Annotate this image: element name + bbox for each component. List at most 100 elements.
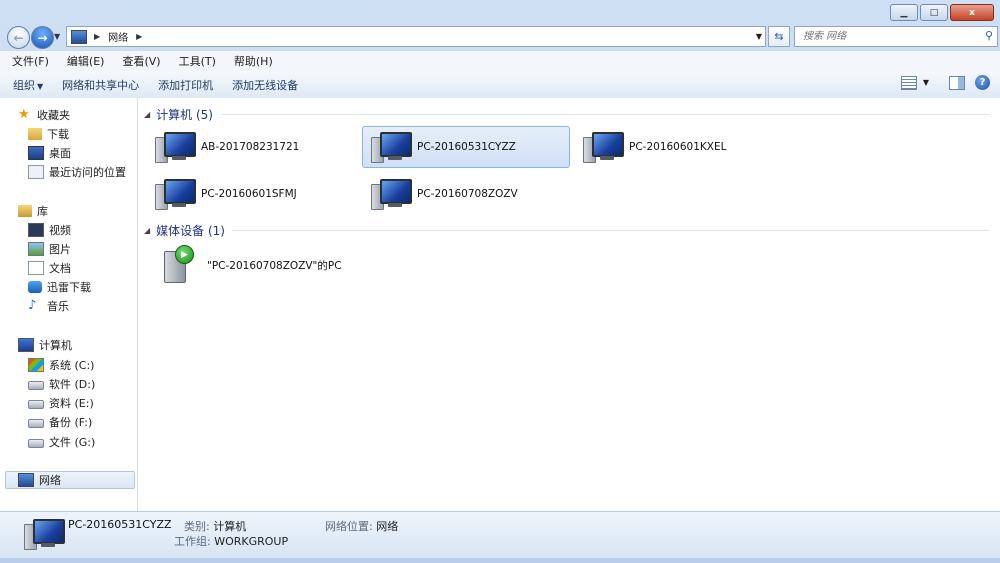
add-wireless-button[interactable]: 添加无线设备 [226, 77, 304, 93]
search-box[interactable]: ⚲ [794, 26, 998, 47]
computer-tile[interactable]: PC-20160708ZOZV [362, 173, 570, 215]
media-server-icon: ▶ [161, 245, 201, 285]
organize-button[interactable]: 组织 ▼ [7, 77, 49, 93]
network-center-button[interactable]: 网络和共享中心 [56, 77, 145, 93]
menu-file[interactable]: 文件(F) [6, 53, 55, 69]
nav-recent-places[interactable]: 最近访问的位置 [28, 163, 143, 181]
nav-label: 桌面 [49, 147, 71, 160]
computer-tile[interactable]: PC-20160601KXEL [574, 126, 782, 168]
forward-arrow-icon: → [37, 30, 48, 45]
organize-label: 组织 [13, 78, 35, 92]
menu-tools[interactable]: 工具(T) [173, 53, 222, 69]
nav-drive-c[interactable]: 系统 (C:) [28, 356, 143, 374]
help-icon[interactable]: ? [975, 75, 990, 90]
group-title: 媒体设备 (1) [156, 223, 225, 238]
close-button[interactable]: x [950, 4, 994, 21]
nav-drive-e[interactable]: 资料 (E:) [28, 394, 143, 412]
magnifier-icon[interactable]: ⚲ [985, 29, 993, 42]
detail-value: 网络 [376, 520, 399, 533]
detail-value: WORKGROUP [214, 535, 289, 548]
computer-icon [371, 129, 412, 165]
nav-label: 文件 (G:) [49, 436, 96, 449]
content-area: ◢ 计算机 (5) AB-201708231721 PC-20160531CYZ… [138, 98, 1000, 511]
address-dropdown-icon[interactable]: ▼ [756, 32, 762, 41]
tile-label: PC-20160531CYZZ [417, 141, 516, 153]
forward-button[interactable]: → [31, 26, 54, 49]
drive-icon [28, 419, 44, 428]
menu-edit[interactable]: 编辑(E) [61, 53, 111, 69]
chevron-down-icon: ▼ [922, 78, 929, 87]
nav-thunder-downloads[interactable]: 迅雷下载 [28, 278, 143, 296]
add-printer-button[interactable]: 添加打印机 [152, 77, 219, 93]
menu-help[interactable]: 帮助(H) [228, 53, 279, 69]
nav-videos[interactable]: 视频 [28, 221, 143, 239]
refresh-button[interactable]: ⇆ [768, 26, 790, 47]
picture-icon [28, 242, 44, 256]
computer-tile[interactable]: AB-201708231721 [146, 126, 354, 168]
detail-workgroup: 工作组: WORKGROUP [174, 533, 288, 549]
nav-desktop[interactable]: 桌面 [28, 144, 143, 162]
nav-documents[interactable]: 文档 [28, 259, 143, 277]
search-input[interactable] [801, 30, 975, 43]
menu-view[interactable]: 查看(V) [116, 53, 166, 69]
chevron-right-icon[interactable]: ▶ [94, 32, 100, 41]
network-icon [71, 29, 87, 44]
address-bar[interactable]: ▶ 网络 ▶ ▼ [66, 26, 766, 47]
tile-label: PC-20160708ZOZV [417, 188, 518, 200]
drive-icon [28, 439, 44, 448]
group-header-media[interactable]: ◢ 媒体设备 (1) [144, 221, 990, 239]
minimize-button[interactable]: ▁ [890, 4, 918, 21]
desktop-icon [28, 146, 44, 160]
nav-label: 软件 (D:) [49, 378, 96, 391]
computer-icon [583, 129, 624, 165]
nav-label: 库 [37, 205, 48, 218]
computer-icon [24, 516, 65, 552]
back-button[interactable]: ← [7, 26, 30, 49]
nav-label: 视频 [49, 224, 71, 237]
nav-computer[interactable]: 计算机 [18, 336, 133, 354]
nav-favorites[interactable]: ★ 收藏夹 [18, 106, 133, 124]
nav-network[interactable]: 网络 [5, 471, 135, 489]
downloads-folder-icon [28, 128, 42, 140]
group-header-computers[interactable]: ◢ 计算机 (5) [144, 105, 990, 123]
divider [220, 113, 990, 115]
preview-pane-icon[interactable] [949, 75, 965, 90]
nav-libraries[interactable]: 库 [18, 202, 133, 220]
nav-label: 计算机 [39, 339, 72, 352]
back-arrow-icon: ← [13, 30, 24, 45]
breadcrumb-network[interactable]: 网络 [108, 29, 128, 44]
nav-label: 系统 (C:) [49, 359, 95, 372]
tile-label: "PC-20160708ZOZV"的PC [207, 259, 342, 272]
menu-bar: 文件(F) 编辑(E) 查看(V) 工具(T) 帮助(H) [0, 51, 1000, 72]
nav-label: 图片 [49, 243, 71, 256]
recent-pages-dropdown[interactable]: ▼ [54, 32, 60, 41]
computer-tile-selected[interactable]: PC-20160531CYZZ [362, 126, 570, 168]
nav-pictures[interactable]: 图片 [28, 240, 143, 258]
detail-name: PC-20160531CYZZ [68, 518, 172, 531]
explorer-window: ▁ □ x ← → ▼ ▶ 网络 ▶ ▼ ⇆ ⚲ 文件(F) 编辑(E) 查看(… [0, 0, 1000, 563]
detail-label: 网络位置: [325, 520, 373, 533]
nav-music[interactable]: ♪ 音乐 [28, 297, 143, 315]
tile-label: PC-20160601SFMJ [201, 188, 297, 200]
nav-drive-f[interactable]: 备份 (F:) [28, 413, 143, 431]
details-pane: PC-20160531CYZZ 类别: 计算机 工作组: WORKGROUP 网… [0, 511, 1000, 559]
tile-label: AB-201708231721 [201, 141, 300, 153]
tile-label: PC-20160601KXEL [629, 141, 727, 153]
collapse-triangle-icon[interactable]: ◢ [144, 226, 150, 235]
nav-downloads[interactable]: 下载 [28, 125, 143, 143]
nav-label: 最近访问的位置 [49, 166, 126, 179]
collapse-triangle-icon[interactable]: ◢ [144, 110, 150, 119]
nav-drive-d[interactable]: 软件 (D:) [28, 375, 143, 393]
network-icon [18, 473, 34, 487]
nav-drive-g[interactable]: 文件 (G:) [28, 433, 143, 451]
computer-tile[interactable]: PC-20160601SFMJ [146, 173, 354, 215]
media-device-tile[interactable]: ▶ "PC-20160708ZOZV"的PC [146, 244, 354, 286]
system-drive-icon [28, 358, 44, 372]
nav-label: 资料 (E:) [49, 397, 94, 410]
command-bar-right: ▼ ? [900, 75, 990, 90]
maximize-button[interactable]: □ [920, 4, 948, 21]
chevron-right-icon[interactable]: ▶ [136, 32, 142, 41]
detail-label: 类别: [184, 520, 210, 533]
change-view-button[interactable]: ▼ [900, 75, 929, 90]
nav-label: 收藏夹 [37, 109, 70, 122]
